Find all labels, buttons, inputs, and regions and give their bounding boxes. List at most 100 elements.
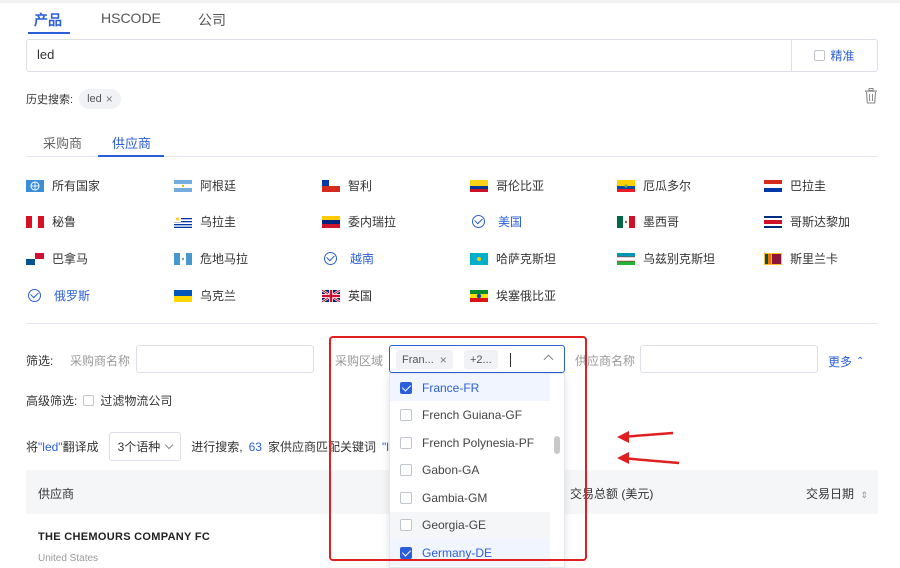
argentina-flag-icon: [174, 179, 192, 192]
sri-lanka-flag-icon: [764, 252, 782, 265]
country-label: 巴拉圭: [790, 179, 827, 193]
country-label: 乌兹别克斯坦: [643, 252, 716, 266]
history-label: 历史搜索:: [26, 94, 74, 106]
country-item[interactable]: 俄罗斯: [26, 287, 90, 304]
country-item[interactable]: 埃塞俄比亚: [470, 287, 556, 304]
double-chevron-up-icon: ⌃: [856, 356, 865, 367]
country-label: 英国: [348, 289, 373, 303]
paraguay-flag-icon: [764, 179, 782, 192]
country-item[interactable]: 危地马拉: [174, 250, 248, 267]
ukraine-flag-icon: [174, 289, 192, 302]
tab-supplier[interactable]: 供应商: [112, 133, 151, 152]
country-item[interactable]: 乌兹别克斯坦: [617, 250, 715, 267]
country-label: 哥斯达黎加: [790, 215, 851, 229]
filter-label: 筛选:: [26, 354, 54, 368]
translate-prefix: 将: [26, 440, 39, 454]
guatemala-flag-icon: [174, 252, 192, 265]
country-item[interactable]: 美国: [470, 213, 522, 230]
country-item[interactable]: 所有国家: [26, 177, 100, 194]
country-item[interactable]: 巴拉圭: [764, 177, 826, 194]
country-item[interactable]: 哥伦比亚: [470, 177, 544, 194]
check-circle-icon: [472, 215, 485, 228]
country-item[interactable]: 巴拿马: [26, 250, 88, 267]
mexico-flag-icon: [617, 215, 635, 228]
country-label: 美国: [498, 215, 523, 229]
translate-suffix1: 翻译成: [62, 440, 99, 454]
country-label: 阿根廷: [200, 179, 237, 193]
country-item[interactable]: 哥斯达黎加: [764, 213, 850, 230]
arrow-head-1: [617, 431, 629, 443]
trash-icon[interactable]: [864, 88, 878, 104]
divider: [26, 323, 878, 324]
supplier-name[interactable]: THE CHEMOURS COMPANY FC: [38, 531, 210, 543]
tab-buyer[interactable]: 采购商: [43, 133, 82, 152]
country-label: 斯里兰卡: [790, 252, 839, 266]
search-box: 精准: [26, 39, 878, 72]
country-label: 秘鲁: [52, 215, 77, 229]
peru-flag-icon: [26, 215, 44, 228]
country-item[interactable]: 乌克兰: [174, 287, 236, 304]
history-tag[interactable]: led ×: [79, 89, 121, 109]
arrow-line-2: [620, 456, 680, 465]
country-label: 越南: [350, 252, 375, 266]
costa-rica-flag-icon: [764, 215, 782, 228]
uzbekistan-flag-icon: [617, 252, 635, 265]
col-date-label: 交易日期: [806, 487, 855, 501]
country-label: 巴拿马: [52, 252, 89, 266]
ethiopia-flag-icon: [470, 289, 488, 302]
supplier-count: 63: [248, 439, 262, 454]
exact-match-toggle[interactable]: 精准: [791, 40, 877, 71]
country-label: 哈萨克斯坦: [496, 252, 557, 266]
buyer-name-input[interactable]: [136, 345, 314, 373]
col-date[interactable]: 交易日期 ⇕: [806, 485, 868, 502]
supplier-name-input[interactable]: [640, 345, 818, 373]
check-circle-icon: [324, 252, 337, 265]
country-item[interactable]: 哈萨克斯坦: [470, 250, 556, 267]
country-label: 墨西哥: [643, 215, 680, 229]
country-item[interactable]: 阿根廷: [174, 177, 236, 194]
tab-hscode[interactable]: HSCODE: [101, 10, 161, 26]
chevron-down-icon: [165, 440, 174, 450]
search-input[interactable]: [37, 47, 777, 62]
search-history: 历史搜索: led ×: [26, 89, 121, 109]
country-item[interactable]: 秘鲁: [26, 213, 76, 230]
more-filters-button[interactable]: 更多 ⌃: [828, 353, 864, 370]
colombia-flag-icon: [470, 179, 488, 192]
country-label: 埃塞俄比亚: [496, 289, 557, 303]
chile-flag-icon: [322, 179, 340, 192]
country-item[interactable]: 墨西哥: [617, 213, 679, 230]
country-item[interactable]: 智利: [322, 177, 372, 194]
close-icon[interactable]: ×: [106, 92, 113, 106]
globe-flag-icon: [26, 179, 44, 192]
translate-suffix2: 进行搜索,: [191, 440, 243, 454]
col-supplier: 供应商: [38, 487, 75, 501]
filter-logistics-checkbox[interactable]: [83, 395, 95, 406]
filter-logistics-label: 过滤物流公司: [100, 394, 173, 408]
buyer-name-label: 采购商名称: [70, 354, 131, 368]
country-item[interactable]: 斯里兰卡: [764, 250, 838, 267]
language-select[interactable]: 3个语种: [108, 432, 182, 461]
more-label: 更多: [828, 355, 853, 369]
active-subtab-underline: [98, 155, 164, 157]
exact-checkbox[interactable]: [814, 50, 826, 61]
uk-flag-icon: [322, 289, 340, 302]
translate-keyword: "led": [38, 440, 63, 454]
country-item[interactable]: 英国: [322, 287, 372, 304]
tab-product[interactable]: 产品: [34, 10, 62, 30]
sort-icon[interactable]: ⇕: [860, 490, 868, 500]
active-tab-underline: [28, 32, 70, 34]
country-item[interactable]: 乌拉圭: [174, 213, 236, 230]
role-tabs: 采购商 供应商: [26, 126, 878, 157]
country-label: 危地马拉: [200, 252, 249, 266]
tab-company[interactable]: 公司: [198, 10, 226, 30]
search-type-tabs: 产品 HSCODE 公司: [0, 0, 900, 36]
annotation-highlight-box: [329, 336, 587, 561]
panama-flag-icon: [26, 252, 44, 265]
exact-label: 精准: [830, 49, 855, 63]
country-label: 委内瑞拉: [348, 215, 397, 229]
country-label: 厄瓜多尔: [643, 179, 692, 193]
country-label: 所有国家: [52, 179, 101, 193]
country-item[interactable]: 越南: [322, 250, 374, 267]
country-item[interactable]: 委内瑞拉: [322, 213, 396, 230]
country-item[interactable]: 厄瓜多尔: [617, 177, 691, 194]
